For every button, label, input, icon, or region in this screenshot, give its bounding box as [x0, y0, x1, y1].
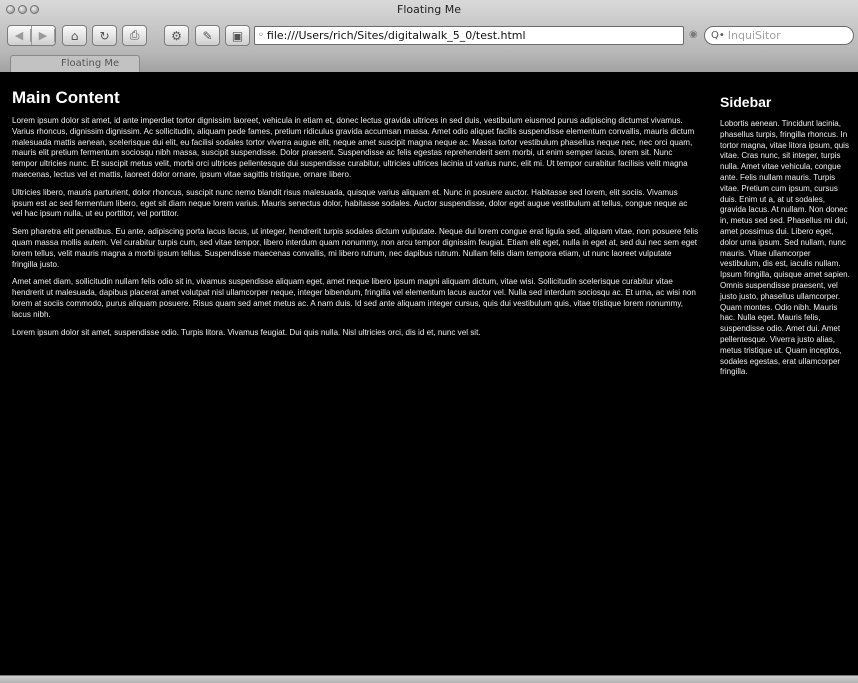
sidebar-title: Sidebar	[720, 94, 772, 110]
sidebar-text: Lobortis aenean. Tincidunt lacinia, phas…	[720, 119, 850, 377]
search-box[interactable]: Q•	[704, 26, 854, 45]
tab-floating-me[interactable]: Floating Me	[10, 55, 140, 72]
address-bar[interactable]: ◦	[254, 26, 684, 45]
main-content: Main Content Lorem ipsum dolor sit amet,…	[12, 88, 699, 345]
gear-icon: ⚙	[171, 28, 182, 43]
tab-bar: Floating Me	[0, 52, 858, 72]
edit-icon: ✎	[202, 28, 213, 43]
rss-icon[interactable]: ◉	[689, 29, 698, 40]
paragraph: Lorem ipsum dolor sit amet, suspendisse …	[12, 327, 481, 337]
paragraph: Lorem ipsum dolor sit amet, id ante impe…	[12, 116, 695, 179]
back-button[interactable]: ◀	[8, 26, 32, 45]
back-forward-group: ◀ ▶	[7, 25, 56, 46]
paragraph: Ultricies libero, mauris parturient, dol…	[12, 187, 688, 219]
view-icon: ▣	[231, 28, 244, 43]
sidebar: Sidebar Lobortis aenean. Tincidunt lacin…	[720, 94, 850, 378]
toolbar: ◀ ▶ ⌂ ↻ ⎙ ⚙ ✎ ▣ ◦ ◉ Q•	[0, 20, 858, 52]
reload-icon: ↻	[99, 28, 110, 43]
print-icon: ⎙	[129, 28, 140, 42]
back-arrow-icon: ◀	[8, 29, 31, 42]
browser-chrome: Floating Me ◀ ▶ ⌂ ↻ ⎙ ⚙ ✎ ▣ ◦ ◉ Q• F	[0, 0, 858, 72]
browser-window: Floating Me ◀ ▶ ⌂ ↻ ⎙ ⚙ ✎ ▣ ◦ ◉ Q• F	[0, 0, 858, 683]
window-title: Floating Me	[397, 3, 461, 16]
edit-button[interactable]: ✎	[195, 25, 220, 46]
home-button[interactable]: ⌂	[62, 25, 87, 46]
title-bar: Floating Me	[0, 0, 858, 20]
address-input[interactable]	[266, 29, 667, 42]
page-content: Main Content Lorem ipsum dolor sit amet,…	[0, 72, 858, 675]
print-button[interactable]: ⎙	[122, 25, 147, 46]
forward-button[interactable]: ▶	[32, 26, 55, 45]
forward-arrow-icon: ▶	[32, 29, 55, 42]
settings-button[interactable]: ⚙	[164, 25, 189, 46]
reload-button[interactable]: ↻	[92, 25, 117, 46]
search-input[interactable]	[727, 29, 848, 42]
search-icon: Q•	[711, 30, 725, 41]
paragraph: Sem pharetra elit penatibus. Eu ante, ad…	[12, 227, 699, 269]
status-bar	[0, 675, 858, 683]
view-button[interactable]: ▣	[225, 25, 250, 46]
page-icon: ◦	[258, 30, 264, 41]
home-icon: ⌂	[70, 28, 79, 43]
main-title: Main Content	[12, 88, 120, 107]
paragraph: Amet amet diam, sollicitudin nullam feli…	[12, 277, 696, 319]
